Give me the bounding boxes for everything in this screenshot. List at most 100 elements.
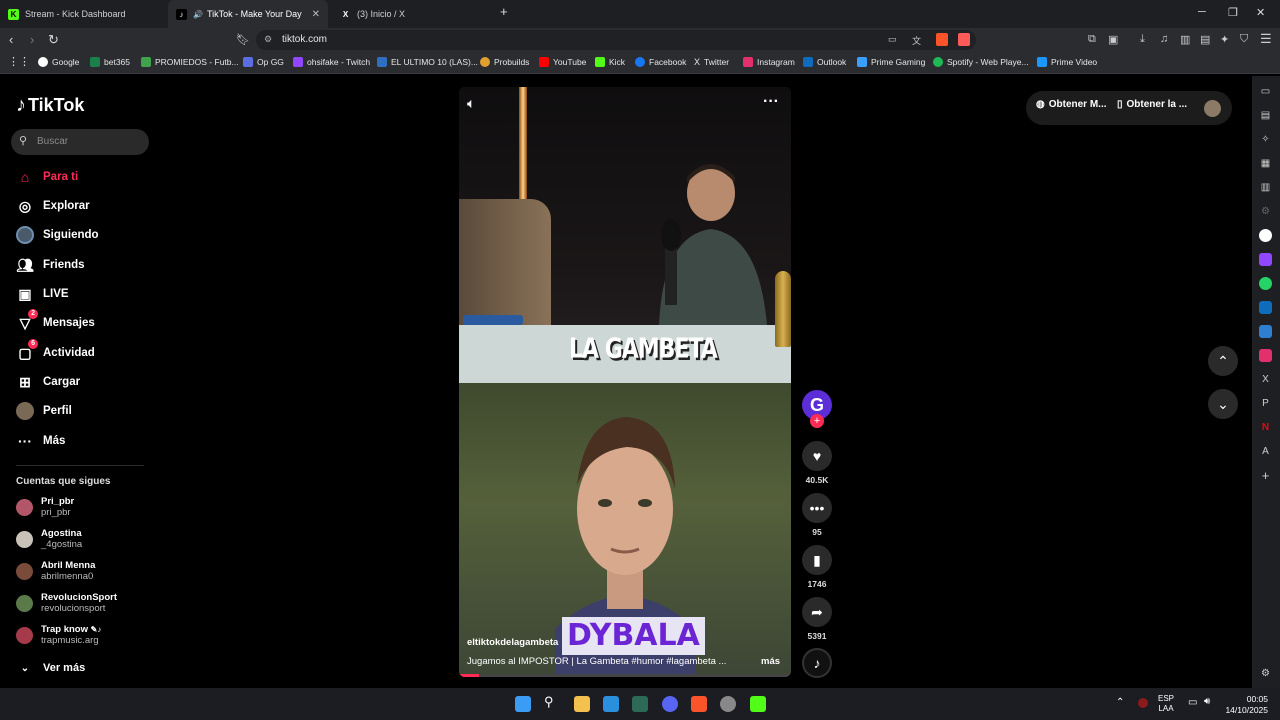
nav-mas[interactable]: ··· Más	[16, 432, 65, 450]
tab-tiktok[interactable]: ♪ 🔊 TikTok - Make Your Day ✕	[168, 0, 328, 28]
wallet-icon[interactable]: ▤	[1259, 109, 1272, 122]
creator-avatar[interactable]: G +	[802, 390, 832, 428]
user-avatar[interactable]	[1204, 100, 1221, 117]
nav-friends[interactable]: 👥︎ Friends	[16, 256, 84, 274]
instagram-icon[interactable]	[1259, 349, 1272, 362]
video-author[interactable]: eltiktokdelagambeta	[467, 637, 558, 648]
previous-video-button[interactable]: ⌃	[1208, 346, 1238, 376]
tray-app-icon[interactable]	[1138, 698, 1148, 708]
a-icon[interactable]: A	[1259, 445, 1272, 458]
comment-button[interactable]: ••• 95	[802, 493, 832, 537]
sidebar-settings-icon[interactable]: ⚙	[1259, 667, 1272, 680]
url-field[interactable]: ⚙ tiktok.com ▭ 文	[256, 30, 976, 50]
nav-cargar[interactable]: ⊞ Cargar	[16, 373, 80, 391]
network-icon[interactable]: ▭	[1188, 697, 1197, 708]
tray-chevron-icon[interactable]: ⌃	[1116, 697, 1124, 708]
tiktok-logo[interactable]: ♪ TikTok	[16, 94, 84, 117]
outlook-icon[interactable]	[1259, 301, 1272, 314]
bookmark-outlook[interactable]: Outlook	[803, 57, 846, 67]
nav-para-ti[interactable]: ⌂ Para ti	[16, 168, 78, 186]
bookmark-probuilds[interactable]: Probuilds	[480, 57, 529, 67]
calendar-icon[interactable]	[1259, 325, 1272, 338]
apps-grid-icon[interactable]: ⋮⋮	[8, 55, 30, 68]
nav-perfil[interactable]: Perfil	[16, 402, 72, 420]
x-icon[interactable]: X	[1259, 373, 1272, 386]
nav-siguiendo[interactable]: Siguiendo	[16, 226, 99, 244]
bookmarks-panel-icon[interactable]: ▦	[1259, 157, 1272, 170]
bookmark-spotify[interactable]: Spotify - Web Playe...	[933, 57, 1029, 67]
vpn-icon[interactable]: ⛉	[1240, 33, 1248, 46]
kick-icon[interactable]	[750, 696, 766, 712]
tab-x-inicio[interactable]: X (3) Inicio / X	[332, 0, 492, 28]
tab-manager-icon[interactable]: ▣	[1108, 33, 1118, 46]
p-icon[interactable]: P	[1259, 397, 1272, 410]
nav-mensajes[interactable]: ▽ 2 Mensajes	[16, 309, 95, 332]
forward-button[interactable]: ›	[30, 32, 34, 47]
followed-account[interactable]: RevolucionSport revolucionsport	[16, 592, 117, 614]
search-icon[interactable]: ⚲	[544, 694, 560, 710]
bookmark-prime-video[interactable]: Prime Video	[1037, 57, 1097, 67]
maximize-button[interactable]: ❐	[1228, 6, 1238, 19]
bookmark-opgg[interactable]: Op GG	[243, 57, 284, 67]
close-tab-icon[interactable]: ✕	[312, 9, 320, 20]
obs-icon[interactable]	[720, 696, 736, 712]
video-player[interactable]: LA GAMBETA DYBALA eltiktokdelagambeta Ju…	[459, 87, 791, 677]
brave-icon[interactable]	[691, 696, 707, 712]
app-icon[interactable]	[632, 696, 648, 712]
bookmark-icon[interactable]: 🔖︎	[236, 33, 250, 46]
bookmark-twitch[interactable]: ohsifake - Twitch	[293, 57, 370, 67]
add-panel-icon[interactable]: +	[1259, 468, 1272, 483]
nav-explorar[interactable]: ◎ Explorar	[16, 197, 90, 215]
language-indicator[interactable]: ESP LAA	[1158, 694, 1174, 714]
bookmark-el-ultimo-10[interactable]: EL ULTIMO 10 (LAS)...	[377, 57, 478, 67]
clock[interactable]: 00:05 14/10/2025	[1225, 694, 1268, 716]
wallet-icon[interactable]: ▤	[1200, 33, 1210, 46]
bookmark-instagram[interactable]: Instagram	[743, 57, 795, 67]
bookmark-youtube[interactable]: YouTube	[539, 57, 586, 67]
volume-icon[interactable]: 🔊︎	[1204, 696, 1210, 707]
download-icon[interactable]: ⤓	[1140, 33, 1145, 46]
cast-icon[interactable]: ▭	[888, 34, 897, 45]
followed-account[interactable]: Abril Menna abrilmenna0	[16, 560, 95, 582]
sidebar-toggle-icon[interactable]: ▥	[1180, 33, 1190, 46]
minimize-button[interactable]: ─	[1198, 6, 1206, 18]
volume-icon[interactable]: 🔈︎	[467, 95, 475, 112]
reload-button[interactable]: ↻	[48, 32, 59, 48]
reading-list-icon[interactable]: ▭	[1259, 85, 1272, 98]
back-button[interactable]: ‹	[9, 32, 13, 47]
followed-account[interactable]: Agostina _4gostina	[16, 528, 82, 550]
video-progress-bar[interactable]	[459, 674, 791, 677]
bookmark-bet365[interactable]: bet365	[90, 57, 130, 67]
media-icon[interactable]: ♫	[1160, 33, 1168, 45]
twitch-icon[interactable]	[1259, 253, 1272, 266]
windows-start-icon[interactable]	[515, 696, 531, 712]
tab-kick-dashboard[interactable]: K Stream - Kick Dashboard	[0, 0, 166, 28]
search-input[interactable]: ⚲ Buscar	[11, 129, 149, 155]
file-explorer-icon[interactable]	[574, 696, 590, 712]
leo-icon[interactable]: ✧	[1259, 133, 1272, 146]
bookmark-prime-gaming[interactable]: Prime Gaming	[857, 57, 925, 67]
netflix-icon[interactable]: N	[1259, 421, 1272, 434]
google-icon[interactable]	[1259, 229, 1272, 242]
more-link[interactable]: más	[761, 656, 780, 667]
bookmark-promiedos[interactable]: PROMIEDOS - Futb...	[141, 57, 239, 67]
new-tab-button[interactable]: +	[500, 4, 508, 19]
leo-ai-icon[interactable]: ✦	[1220, 33, 1229, 46]
menu-icon[interactable]: ☰	[1260, 31, 1272, 47]
bookmark-google[interactable]: Google	[38, 57, 79, 67]
next-video-button[interactable]: ⌄	[1208, 389, 1238, 419]
site-info-icon[interactable]: ⚙	[264, 34, 272, 45]
brave-shields-icon[interactable]	[936, 33, 948, 46]
like-button[interactable]: ♥ 40.5K	[802, 441, 832, 485]
get-coins-button[interactable]: ◍ Obtener M...	[1036, 99, 1107, 110]
followed-account[interactable]: Trap know ✎♪ trapmusic.arg	[16, 624, 101, 646]
sound-disc[interactable]: ♪	[802, 648, 832, 678]
share-button[interactable]: ➦ 5391	[802, 597, 832, 641]
brave-rewards-icon[interactable]	[958, 33, 970, 46]
get-app-button[interactable]: ▯ Obtener la ...	[1117, 99, 1187, 110]
bookmark-kick[interactable]: Kick	[595, 57, 625, 67]
settings-dim-icon[interactable]: ⚙	[1259, 205, 1272, 218]
monitor-icon[interactable]	[603, 696, 619, 712]
close-window-button[interactable]: ✕	[1256, 6, 1265, 19]
nav-live[interactable]: ▣ LIVE	[16, 285, 68, 303]
